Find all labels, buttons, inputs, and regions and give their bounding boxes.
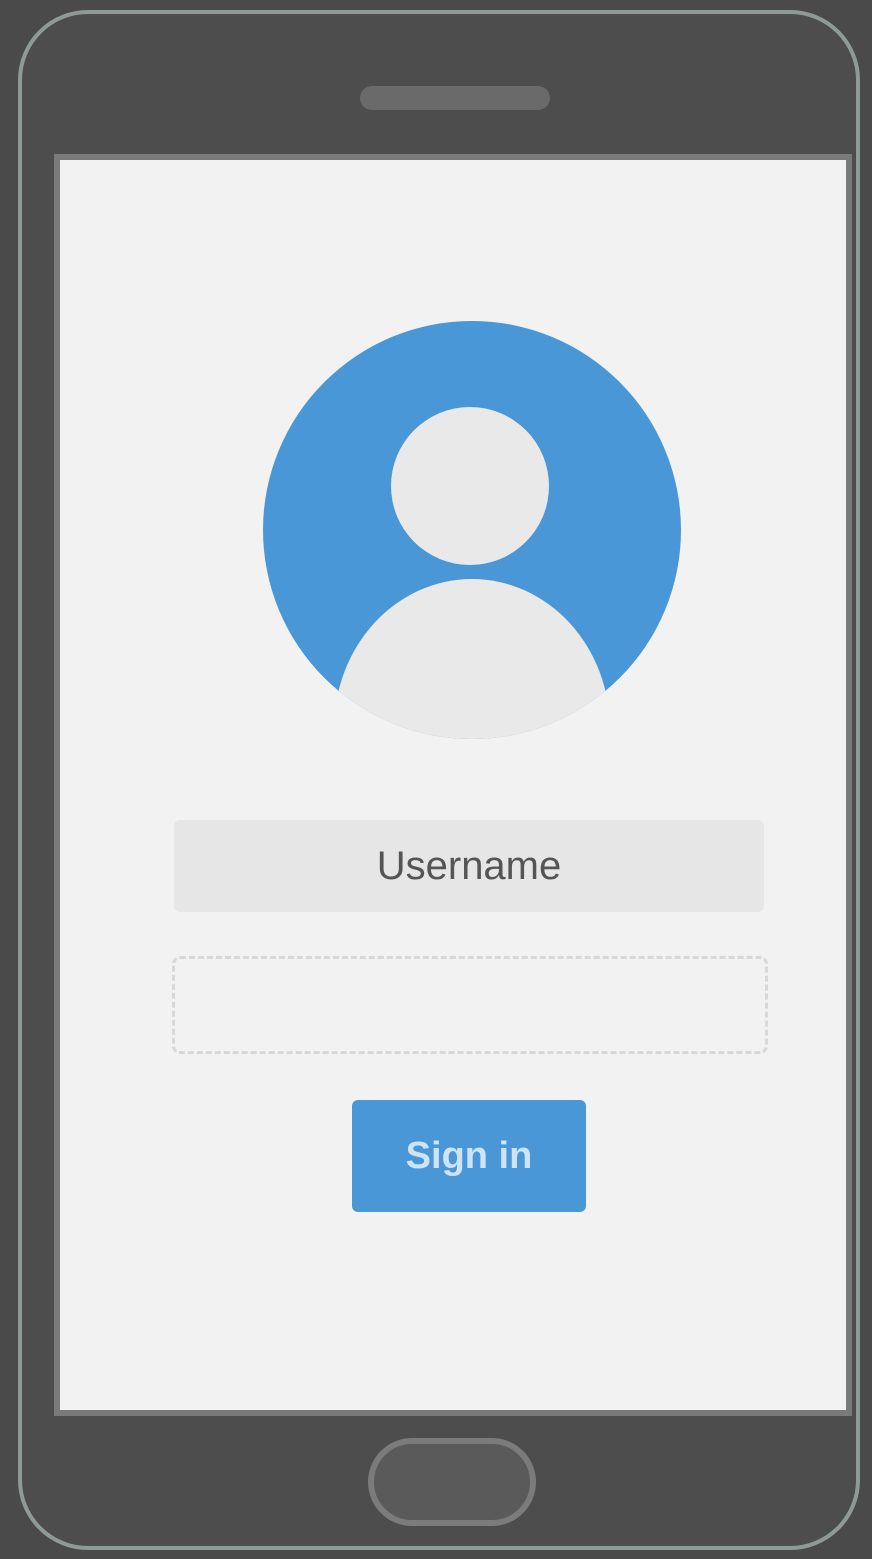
user-avatar-icon: [263, 321, 681, 739]
speaker-grille: [360, 86, 550, 110]
home-button[interactable]: [368, 1438, 536, 1526]
phone-device: Username Sign in: [18, 10, 860, 1550]
username-field[interactable]: Username: [174, 820, 764, 912]
phone-screen: Username Sign in: [54, 154, 852, 1416]
sign-in-button[interactable]: Sign in: [352, 1100, 586, 1212]
avatar-body: [334, 579, 610, 739]
avatar-head: [391, 407, 549, 565]
password-field[interactable]: [172, 956, 768, 1054]
